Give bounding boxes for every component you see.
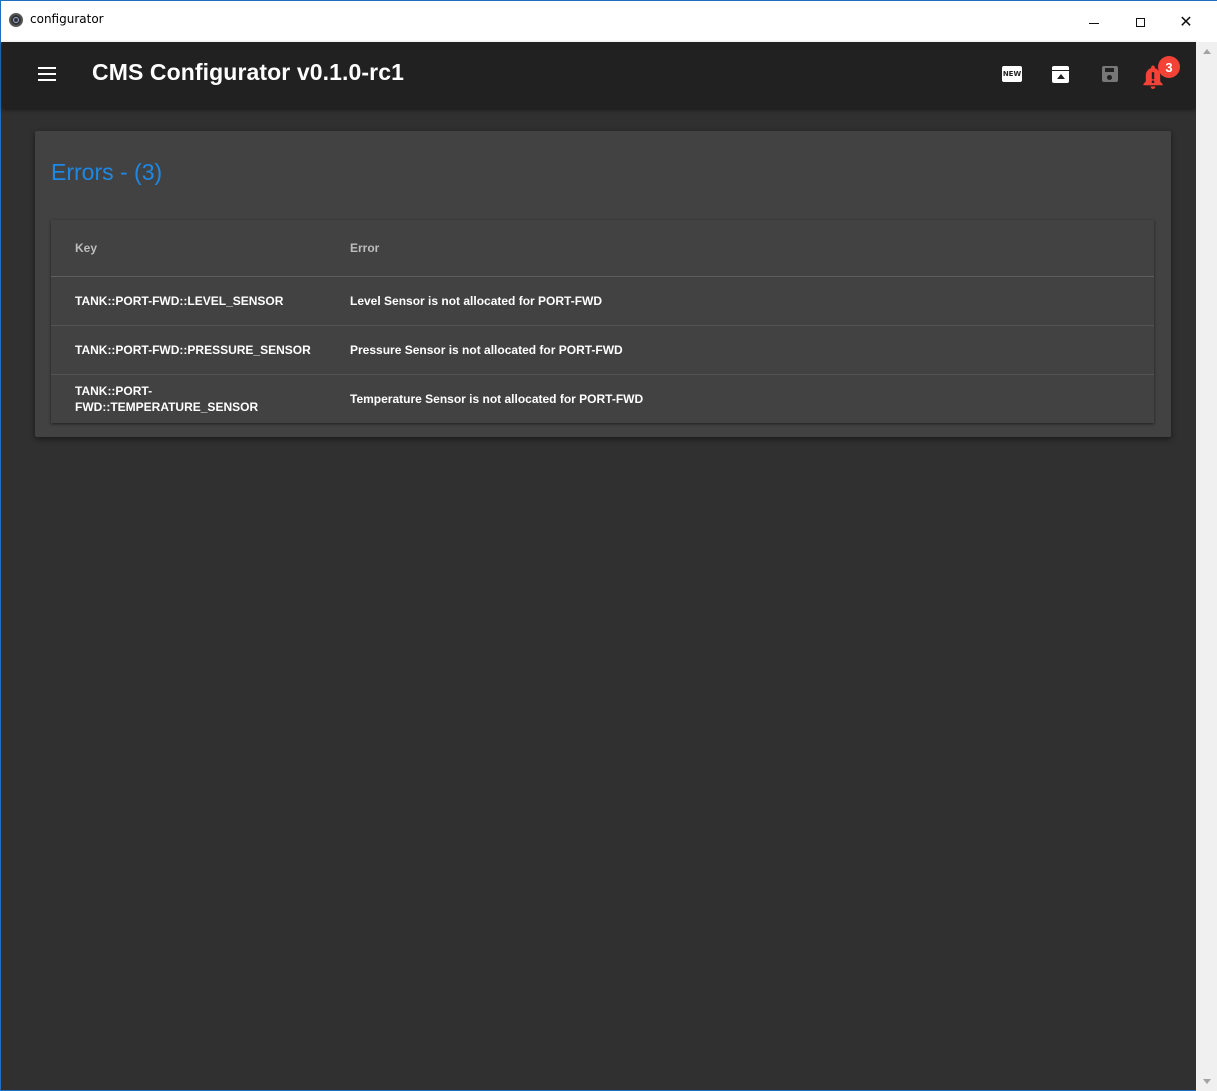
app-icon xyxy=(9,13,23,27)
errors-card: Errors - (3) Key Error TANK::PORT-FWD::L… xyxy=(35,131,1171,437)
menu-icon[interactable] xyxy=(38,67,56,81)
table-header: Key Error xyxy=(51,220,1154,277)
close-button[interactable]: ✕ xyxy=(1163,1,1209,43)
error-key: TANK::PORT-FWD::PRESSURE_SENSOR xyxy=(75,343,311,357)
scroll-up-arrow-icon[interactable] xyxy=(1203,49,1211,54)
column-header-error[interactable]: Error xyxy=(350,241,379,255)
column-header-key[interactable]: Key xyxy=(75,241,97,255)
window-titlebar[interactable]: configurator ✕ xyxy=(1,0,1217,42)
app-title: CMS Configurator v0.1.0-rc1 xyxy=(92,59,404,85)
errors-table: Key Error TANK::PORT-FWD::LEVEL_SENSOR L… xyxy=(51,220,1154,423)
app-window: configurator ✕ CMS Configurator v0.1.0-r… xyxy=(0,0,1217,1091)
archive-icon[interactable] xyxy=(1052,66,1069,83)
notification-badge: 3 xyxy=(1158,56,1180,78)
table-row[interactable]: TANK::PORT-FWD::PRESSURE_SENSOR Pressure… xyxy=(51,326,1154,375)
new-icon[interactable]: NEW xyxy=(1002,66,1022,82)
table-row[interactable]: TANK::PORT-FWD::LEVEL_SENSOR Level Senso… xyxy=(51,277,1154,326)
close-icon: ✕ xyxy=(1179,12,1193,31)
error-message: Pressure Sensor is not allocated for POR… xyxy=(350,343,623,357)
window-title: configurator xyxy=(30,12,104,26)
vertical-scrollbar[interactable] xyxy=(1196,42,1217,1091)
errors-title: Errors - (3) xyxy=(51,159,163,185)
table-row[interactable]: TANK::PORT-FWD::TEMPERATURE_SENSOR Tempe… xyxy=(51,375,1154,423)
scroll-down-arrow-icon[interactable] xyxy=(1203,1079,1211,1084)
error-key: TANK::PORT-FWD::TEMPERATURE_SENSOR xyxy=(75,384,259,414)
app-bar: CMS Configurator v0.1.0-rc1 NEW 3 xyxy=(2,42,1196,108)
minimize-button[interactable] xyxy=(1071,1,1117,43)
new-icon-label: NEW xyxy=(1002,70,1022,78)
error-message: Temperature Sensor is not allocated for … xyxy=(350,392,644,406)
maximize-button[interactable] xyxy=(1117,1,1163,43)
save-icon[interactable] xyxy=(1102,66,1118,82)
minimize-icon xyxy=(1089,22,1099,24)
notifications-button[interactable]: 3 xyxy=(1139,56,1180,92)
maximize-icon xyxy=(1135,17,1145,27)
error-message: Level Sensor is not allocated for PORT-F… xyxy=(350,294,603,308)
error-key: TANK::PORT-FWD::LEVEL_SENSOR xyxy=(75,294,284,308)
